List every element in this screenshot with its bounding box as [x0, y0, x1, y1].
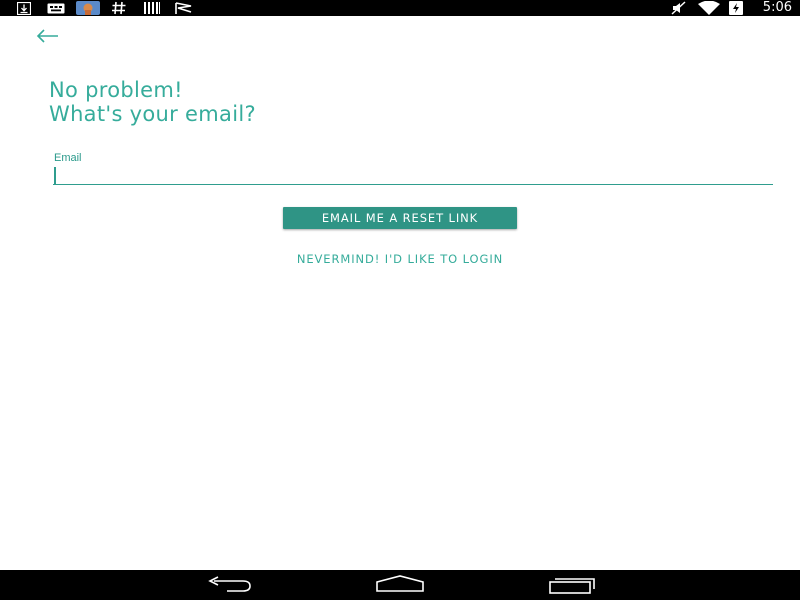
nevermind-login-link[interactable]: NEVERMIND! I'D LIKE TO LOGIN: [0, 252, 800, 266]
back-nav-icon[interactable]: [205, 575, 255, 595]
back-button[interactable]: [34, 25, 62, 47]
title-line-1: No problem!: [49, 78, 183, 102]
flag-icon: [174, 1, 194, 15]
hashtag-icon: [110, 1, 128, 15]
app-thumbnail-icon: [76, 1, 100, 15]
email-reset-link-button[interactable]: EMAIL ME A RESET LINK: [283, 207, 517, 229]
title-line-2: What's your email?: [49, 102, 256, 126]
email-label: Email: [54, 152, 82, 164]
mute-icon: [670, 1, 688, 15]
email-input[interactable]: [53, 165, 773, 185]
navigation-bar: [0, 570, 800, 600]
status-bar: 5:06: [0, 0, 800, 16]
wifi-icon: [697, 1, 721, 15]
text-cursor: [54, 167, 56, 184]
keyboard-icon: [46, 1, 66, 15]
status-time: 5:06: [762, 0, 792, 15]
barcode-icon: [142, 1, 162, 15]
download-icon: [16, 1, 32, 15]
arrow-left-icon: [36, 29, 58, 43]
recent-apps-nav-icon[interactable]: [548, 575, 598, 595]
home-nav-icon[interactable]: [375, 575, 425, 595]
battery-charging-icon: [728, 1, 744, 15]
page-title: No problem! What's your email?: [49, 78, 256, 126]
